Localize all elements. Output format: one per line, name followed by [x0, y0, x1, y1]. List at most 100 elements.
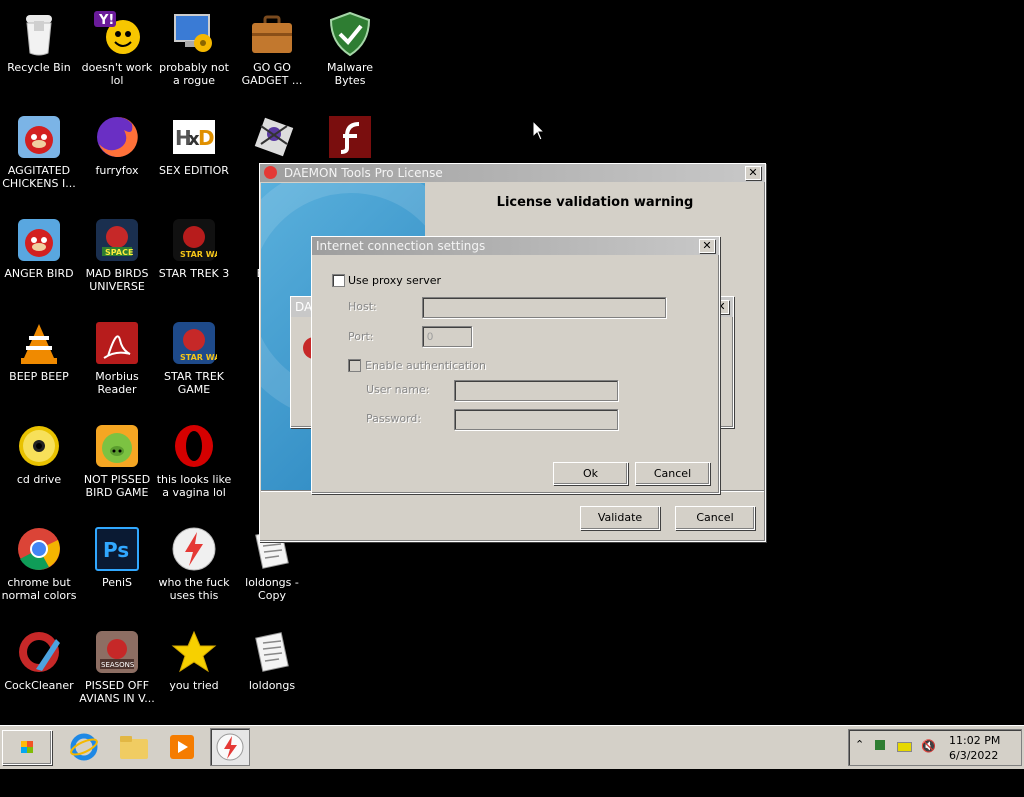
port-field[interactable] [422, 326, 472, 347]
desktop-icon-beep-beep[interactable]: BEEP BEEP [1, 315, 77, 383]
desktop-icon-malware-bytes[interactable]: Malware Bytes [312, 6, 388, 87]
desktop-icon-go-go-gadget[interactable]: GO GO GADGET ... [234, 6, 310, 87]
firefox-icon [94, 114, 140, 160]
media-player-icon[interactable] [168, 733, 196, 761]
desktop-icon-sex-editior[interactable]: HxD SEX EDITIOR [156, 109, 232, 177]
svg-text:SEASONS: SEASONS [101, 661, 135, 669]
desktop-icon-flash[interactable] [312, 109, 388, 164]
proxy-dialog: Internet connection settings ✕ Use proxy… [311, 236, 720, 494]
desktop-icon-mad-birds-universe[interactable]: SPACE MAD BIRDS UNIVERSE [79, 212, 155, 293]
close-button[interactable]: ✕ [699, 239, 715, 253]
username-label: User name: [366, 383, 430, 396]
chrome-icon [16, 526, 62, 572]
show-hidden-icons-icon[interactable]: ⌃ [855, 738, 864, 751]
license-cancel-button[interactable]: Cancel [675, 506, 755, 530]
license-window-titlebar[interactable]: DAEMON Tools Pro License ✕ [260, 164, 765, 182]
desktop-icon-label: loldongs [248, 679, 296, 692]
recycle-bin-icon [22, 11, 56, 57]
show-desktop-button[interactable] [1005, 738, 1017, 756]
desktop-icon-bad-piggies[interactable]: NOT PISSED BIRD GAME [79, 418, 155, 499]
desktop-icon-label: cd drive [16, 473, 62, 486]
svg-text:STAR WARS: STAR WARS [180, 250, 217, 259]
desktop-icon-label: CockCleaner [4, 679, 74, 692]
svg-text:STAR WARS: STAR WARS [180, 353, 217, 362]
desktop-icon-label: Recycle Bin [7, 61, 71, 74]
quick-launch [58, 728, 258, 766]
angry-birds-seasons-icon: SEASONS [94, 629, 140, 675]
desktop-icon-probably-not-a-rogue[interactable]: probably not a rogue [156, 6, 232, 87]
flash-icon [327, 114, 373, 160]
angry-bird-icon [16, 217, 62, 263]
close-button[interactable]: ✕ [745, 166, 761, 180]
desktop-icon-morbius-reader[interactable]: Morbius Reader [79, 315, 155, 396]
enable-auth-checkbox[interactable] [348, 359, 361, 372]
proxy-dialog-titlebar[interactable]: Internet connection settings ✕ [312, 237, 719, 255]
hxd-icon: HxD [171, 114, 217, 160]
svg-text:SPACE: SPACE [105, 248, 133, 257]
desktop-icon-label: ANGER BIRD [4, 267, 74, 280]
license-heading: License validation warning [496, 195, 694, 210]
desktop-icon-label: PISSED OFF AVIANS IN V... [79, 679, 155, 705]
desktop-icon-label: AGGITATED CHICKENS I... [2, 164, 76, 190]
desktop-icon-furryfox[interactable]: furryfox [79, 109, 155, 177]
document-icon [249, 629, 295, 675]
folder-icon[interactable] [118, 733, 150, 761]
clock-time[interactable]: 11:02 PM [949, 734, 1000, 747]
desktop-icon-cd-drive[interactable]: cd drive [1, 418, 77, 486]
window-title: Internet connection settings [316, 239, 486, 253]
desktop-icon-label: SEX EDITIOR [159, 164, 229, 177]
opera-icon [171, 423, 217, 469]
password-field[interactable] [454, 409, 618, 430]
host-label: Host: [348, 300, 377, 313]
desktop-icon-label: GO GO GADGET ... [241, 61, 303, 87]
system-tray: ⌃ 🔇 11:02 PM 6/3/2022 [848, 729, 1022, 766]
daemon-tools-icon [264, 166, 277, 179]
desktop-icon-label: Morbius Reader [95, 370, 139, 396]
desktop-icon-anger-bird[interactable]: ANGER BIRD [1, 212, 77, 280]
desktop-icon-cockcleaner[interactable]: CockCleaner [1, 624, 77, 692]
star-wars-icon: STAR WARS [171, 217, 233, 263]
desktop-icon-label: who the fuck uses this [158, 576, 230, 602]
desktop-icon-label: furryfox [95, 164, 139, 177]
desktop-icon-label: STAR TREK GAME [163, 370, 225, 396]
desktop-icon-star-trek-3[interactable]: STAR WARS STAR TREK 3 [156, 212, 233, 280]
daemon-tools-taskbar-button[interactable] [210, 728, 250, 766]
angry-bird-icon [16, 114, 62, 160]
desktop-icon-opera[interactable]: this looks like a vagina lol [156, 418, 232, 499]
desktop-icon-label: PeniS [101, 576, 133, 589]
desktop-icon-chrome[interactable]: chrome but normal colors [1, 521, 77, 602]
desktop-icon-penis[interactable]: Ps PeniS [79, 521, 155, 589]
desktop-icon-daemon-tools[interactable]: who the fuck uses this [156, 521, 232, 602]
desktop-icon-pissed-off-avians[interactable]: SEASONS PISSED OFF AVIANS IN V... [79, 624, 155, 705]
desktop-icon-you-tried[interactable]: you tried [156, 624, 232, 692]
angry-birds-star-wars-icon: STAR WARS [171, 320, 233, 366]
desktop-icon-star-trek-game[interactable]: STAR WARS STAR TREK GAME [156, 315, 233, 396]
angry-birds-space-icon: SPACE [94, 217, 140, 263]
internet-explorer-icon[interactable] [70, 733, 98, 761]
validate-button[interactable]: Validate [580, 506, 660, 530]
battery-icon[interactable] [897, 742, 912, 752]
mouse-cursor-icon [532, 119, 546, 145]
desktop-icon-aggitated-chickens[interactable]: AGGITATED CHICKENS I... [1, 109, 77, 190]
enable-auth-label: Enable authentication [365, 359, 486, 372]
clock-date[interactable]: 6/3/2022 [949, 749, 998, 762]
start-button[interactable]: Start [2, 730, 52, 787]
volume-muted-icon[interactable]: 🔇 [921, 739, 936, 753]
host-field[interactable] [422, 297, 666, 318]
desktop-icon-yahoo[interactable]: Y! doesn't work lol [79, 6, 155, 87]
desktop-icon-loldongs[interactable]: loldongs [234, 624, 310, 692]
username-field[interactable] [454, 380, 618, 401]
desktop-icon-label: chrome but normal colors [1, 576, 77, 602]
ccleaner-icon [16, 629, 62, 675]
proxy-cancel-button[interactable]: Cancel [635, 462, 710, 485]
cd-icon [16, 423, 62, 469]
desktop-icon-label: MAD BIRDS UNIVERSE [85, 267, 149, 293]
desktop-icon-label: NOT PISSED BIRD GAME [83, 473, 151, 499]
use-proxy-checkbox[interactable] [332, 274, 345, 287]
flag-icon[interactable] [875, 740, 885, 750]
computer-gears-icon [171, 11, 217, 57]
desktop-icon-recycle-bin[interactable]: Recycle Bin [1, 6, 77, 74]
ok-button[interactable]: Ok [553, 462, 628, 485]
desktop-icon-label: doesn't work lol [81, 61, 153, 87]
desktop-icon-label: STAR TREK 3 [158, 267, 230, 280]
